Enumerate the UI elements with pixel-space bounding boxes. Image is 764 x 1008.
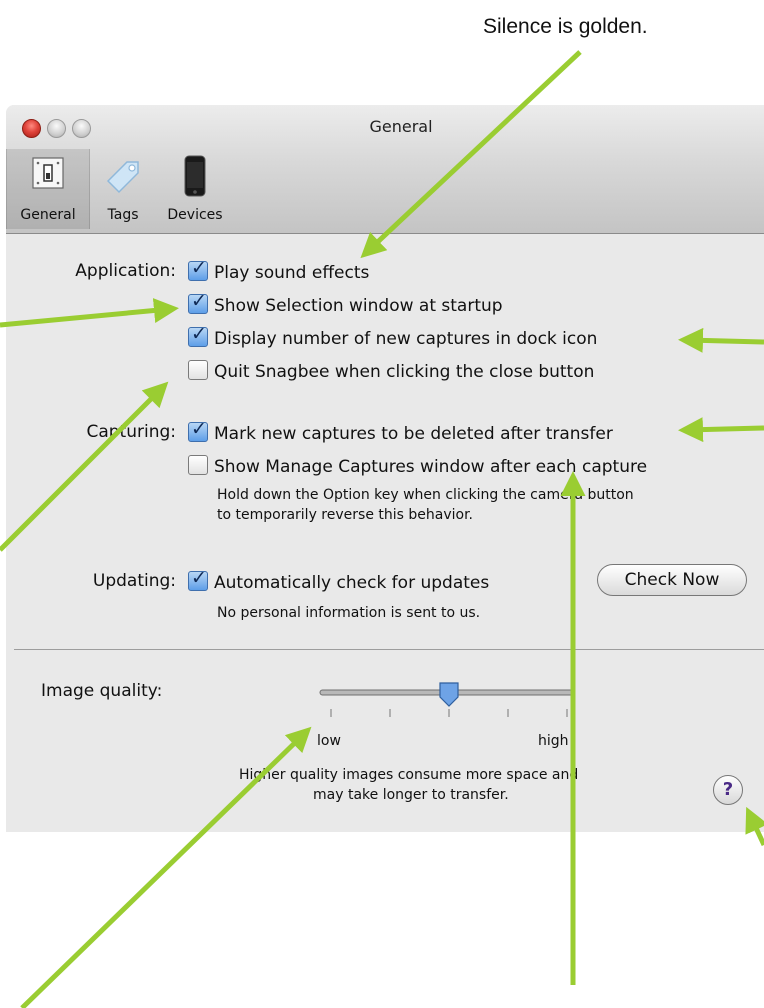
checkbox-label: Display number of new captures in dock i… (214, 329, 598, 349)
checkbox-label: Mark new captures to be deleted after tr… (214, 424, 613, 444)
tag-icon (106, 161, 139, 194)
phone-icon (184, 155, 206, 197)
checkbox-label: Show Manage Captures window after each c… (214, 457, 648, 477)
play-sound-checkbox[interactable]: Play sound effects (188, 257, 370, 283)
toolbar-tab-label: Tags (107, 207, 139, 223)
quality-high-label: high (538, 733, 569, 749)
title-bar: General General Tags Devices (6, 105, 764, 234)
image-quality-label: Image quality: (41, 681, 163, 701)
auto-update-checkbox[interactable]: Automatically check for updates (188, 567, 490, 593)
updating-note: No personal information is sent to us. (217, 605, 481, 621)
application-section-label: Application: (75, 261, 176, 281)
slider-knob[interactable] (439, 682, 459, 707)
toolbar-tab-devices[interactable]: Devices (158, 149, 232, 229)
toolbar-tab-general[interactable]: General (6, 149, 90, 229)
checkbox-box[interactable] (188, 323, 208, 347)
quit-on-close-checkbox[interactable]: Quit Snagbee when clicking the close but… (188, 360, 594, 382)
capturing-note-line2: to temporarily reverse this behavior. (217, 507, 473, 523)
checkbox-label: Play sound effects (214, 263, 370, 283)
section-divider (14, 649, 764, 650)
checkbox-box[interactable] (188, 257, 208, 281)
toolbar-tab-label: Devices (167, 207, 223, 223)
checkbox-box[interactable] (188, 418, 208, 442)
checkbox-box[interactable] (188, 455, 208, 475)
window-title: General (369, 117, 433, 136)
help-button[interactable]: ? (713, 775, 743, 805)
checkbox-label: Quit Snagbee when clicking the close but… (214, 362, 595, 382)
updating-section-label: Updating: (92, 571, 176, 591)
checkbox-label: Automatically check for updates (214, 573, 490, 593)
checkbox-box[interactable] (188, 290, 208, 314)
dock-count-checkbox[interactable]: Display number of new captures in dock i… (188, 323, 598, 349)
capturing-note-line1: Hold down the Option key when clicking t… (217, 487, 634, 503)
quality-note-line1: Higher quality images consume more space… (239, 767, 579, 783)
toolbar-tab-label: General (20, 207, 76, 223)
switch-icon (32, 157, 64, 189)
capturing-section-label: Capturing: (86, 422, 176, 442)
checkbox-box[interactable] (188, 567, 208, 591)
manage-captures-checkbox[interactable]: Show Manage Captures window after each c… (188, 455, 647, 477)
quality-low-label: low (317, 733, 341, 749)
toolbar-tab-tags[interactable]: Tags (92, 149, 154, 229)
checkbox-label: Show Selection window at startup (214, 296, 503, 316)
check-now-button[interactable]: Check Now (597, 564, 747, 596)
caption-text: Silence is golden. (483, 15, 648, 38)
show-selection-checkbox[interactable]: Show Selection window at startup (188, 290, 503, 316)
preferences-window: General General Tags Devices Application… (6, 105, 764, 832)
quality-note-line2: may take longer to transfer. (313, 787, 509, 803)
mark-delete-checkbox[interactable]: Mark new captures to be deleted after tr… (188, 418, 613, 444)
checkbox-box[interactable] (188, 360, 208, 380)
